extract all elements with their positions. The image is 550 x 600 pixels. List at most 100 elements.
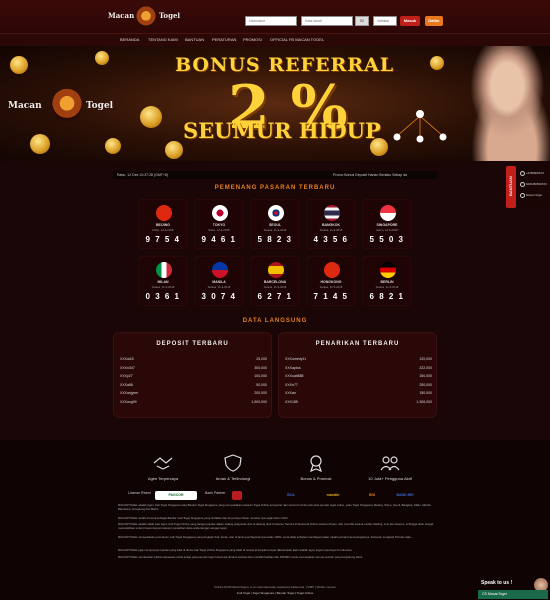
banner-logo-right: Togel — [86, 101, 114, 111]
result-number: 4 3 5 6 — [313, 235, 349, 244]
help-tab-label: BANTUAN — [508, 176, 513, 196]
withdraw-title: PENARIKAN TERBARU — [315, 341, 400, 347]
result-date: Selasa, 11-9-2018 — [263, 285, 287, 289]
contact-box: +6285809XXX 6281380500XXX Macan Togel — [517, 166, 550, 208]
italy-flag-icon — [156, 262, 172, 278]
result-card-singapore[interactable]: SINGAPORE Senin, 10-9-2018 5 5 0 3 — [363, 199, 411, 249]
bni-logo: BNI — [368, 493, 376, 497]
register-button[interactable]: Daftar — [425, 16, 443, 26]
captcha-input[interactable] — [373, 16, 397, 26]
result-number: 6 2 7 1 — [257, 292, 293, 301]
whatsapp-icon — [520, 182, 525, 187]
contact-phone[interactable]: +6285809XXX — [526, 171, 544, 175]
logo-text-right: Togel — [159, 11, 181, 20]
deposit-row: XXXy27 100,000 — [120, 374, 267, 381]
referral-network-icon — [393, 110, 447, 143]
nav-item-bantuan[interactable]: BANTUAN — [185, 37, 204, 42]
coin-icon — [140, 106, 162, 128]
thailand-flag-icon — [324, 205, 340, 221]
promo-banner[interactable]: BONUS REFERRAL 2 % SEUMUR HIDUP Macan To… — [0, 46, 550, 161]
username-input[interactable] — [245, 16, 297, 26]
deposit-title: DEPOSIT TERBARU — [156, 341, 229, 347]
captcha-image: 52 — [355, 16, 369, 26]
result-number: 5 8 2 3 — [257, 235, 293, 244]
deposit-row: XXXn347 300,000 — [120, 366, 267, 373]
withdraw-user: XXXn77 — [285, 382, 298, 387]
result-city: SEOUL — [268, 223, 282, 227]
withdraw-user: XXXomedy11 — [285, 357, 307, 361]
coin-icon — [95, 51, 109, 65]
withdraw-user: XXXaptos — [285, 365, 301, 370]
result-date: Selasa, 11-9-2018 — [151, 285, 175, 289]
withdraw-user: XXXan — [285, 391, 296, 395]
result-date: Selasa, 11-9-2018 — [375, 285, 399, 289]
chat-status: Speak to us ! — [481, 580, 513, 586]
password-input[interactable] — [301, 16, 353, 26]
live-chat-widget[interactable]: Speak to us ! CS MacanTogel — [478, 578, 550, 600]
nav-item-tentang-kami[interactable]: TENTANG KAMI — [148, 37, 178, 42]
feature-users: 10 Juta+ Pengguna Aktif — [360, 454, 420, 481]
coin-icon — [10, 56, 28, 74]
copyright: ©2013-2018 MacanTogel | is an internatio… — [214, 585, 336, 589]
bank-partner-label: Bank Partner — [205, 491, 226, 495]
result-number: 6 8 2 1 — [369, 292, 405, 301]
license-label: License Resmi — [128, 491, 151, 495]
result-number: 5 5 0 3 — [369, 235, 405, 244]
about-paragraph: MACANTOGEL menyediakan permainan Judi To… — [118, 535, 414, 539]
contact-whatsapp[interactable]: 6281380500XXX — [526, 182, 547, 186]
result-card-barcelona[interactable]: BARCELONA Selasa, 11-9-2018 6 2 7 1 — [251, 256, 299, 306]
contact-line[interactable]: Macan Togel — [526, 193, 542, 197]
result-city: TOKYO — [212, 223, 226, 227]
japan-flag-icon — [212, 205, 228, 221]
result-number: 9 4 6 1 — [201, 235, 237, 244]
nav-item-promosi[interactable]: PROMOSI — [243, 37, 262, 42]
feature-bonus: Bonus & Promosi — [286, 454, 346, 481]
result-number: 0 3 6 1 — [145, 292, 181, 301]
result-card-beijing[interactable]: BEIJING Rabu, 12-9-2018 9 7 5 4 — [139, 199, 187, 249]
deposit-amount: 300,000 — [254, 365, 267, 370]
chat-name-bar[interactable]: CS MacanTogel — [478, 590, 548, 599]
marquee-text: Promo Bonus Deposit Harian Berlaku Setia… — [333, 173, 407, 177]
deposit-user: XXXa86 — [120, 382, 133, 387]
deposit-user: XXXy27 — [120, 374, 133, 378]
deposit-amount: 50,000 — [256, 382, 267, 387]
result-card-seoul[interactable]: SEOUL Selasa, 11-9-2018 5 8 2 3 — [251, 199, 299, 249]
result-city: BARCELONA — [263, 280, 287, 284]
result-date: Selasa, 11-9-2018 — [207, 285, 231, 289]
nav-item-official-fb[interactable]: OFFICIAL FB MACAN TOGEL — [270, 37, 324, 42]
result-card-hongkong[interactable]: HONGKONG Selasa, 11-9-2018 7 1 4 5 — [307, 256, 355, 306]
result-card-tokyo[interactable]: TOKYO Rabu, 12-9-2018 9 4 6 1 — [195, 199, 243, 249]
china-flag-icon — [156, 205, 172, 221]
withdraw-amount: 1,306,000 — [416, 399, 432, 404]
pagcor-logo: PAGCOR — [155, 491, 197, 500]
spain-flag-icon — [268, 262, 284, 278]
result-card-milan[interactable]: MILAN Selasa, 11-9-2018 0 3 6 1 — [139, 256, 187, 306]
main-content: Rabu, 12 Des 10:37:28 (GMT+8) Promo Bonu… — [113, 166, 437, 436]
withdraw-amount: 150,000 — [419, 374, 432, 378]
login-button[interactable]: Masuk — [400, 16, 420, 26]
help-tab[interactable]: BANTUAN — [506, 166, 516, 208]
deposit-amount: 1,500,000 — [251, 399, 267, 404]
result-city: BANGKOK — [321, 223, 341, 227]
feature-trusted: Agen Terpercaya — [133, 454, 193, 481]
feature-secure: Aman & Terlindungi — [203, 454, 263, 481]
feature-label: Aman & Terlindungi — [215, 476, 251, 481]
deposit-row: XXXa86 50,000 — [120, 383, 267, 390]
banner-subtitle: SEUMUR HIDUP — [183, 118, 381, 143]
site-footer: Agen Terpercaya Aman & Terlindungi Bonus… — [0, 440, 550, 600]
withdraw-row: XXXomedy11 120,000 — [285, 357, 432, 364]
nav-item-peraturan[interactable]: PERATURAN — [212, 37, 236, 42]
result-card-berlin[interactable]: BERLIN Selasa, 11-9-2018 6 8 2 1 — [363, 256, 411, 306]
nav-item-beranda[interactable]: BERANDA — [120, 37, 139, 42]
coin-icon — [30, 134, 50, 154]
result-date: Senin, 10-9-2018 — [376, 228, 398, 232]
coin-icon — [165, 141, 183, 159]
withdraw-amount: 250,000 — [419, 382, 432, 387]
site-logo[interactable]: Macan Togel — [108, 6, 194, 28]
result-card-manila[interactable]: MANILA Selasa, 11-9-2018 3 0 7 4 — [195, 256, 243, 306]
main-nav: BERANDA TENTANG KAMI BANTUAN PERATURAN P… — [0, 33, 550, 46]
withdraw-row: XXXaptos 222,000 — [285, 366, 432, 373]
footer-links[interactable]: Judi Togel | Togel Singapura | Bandar To… — [0, 591, 550, 595]
partners-row: License Resmi PAGCOR Bank Partner BCA ma… — [125, 490, 425, 500]
result-card-bangkok[interactable]: BANGKOK Selasa, 11-9-2018 4 3 5 6 — [307, 199, 355, 249]
